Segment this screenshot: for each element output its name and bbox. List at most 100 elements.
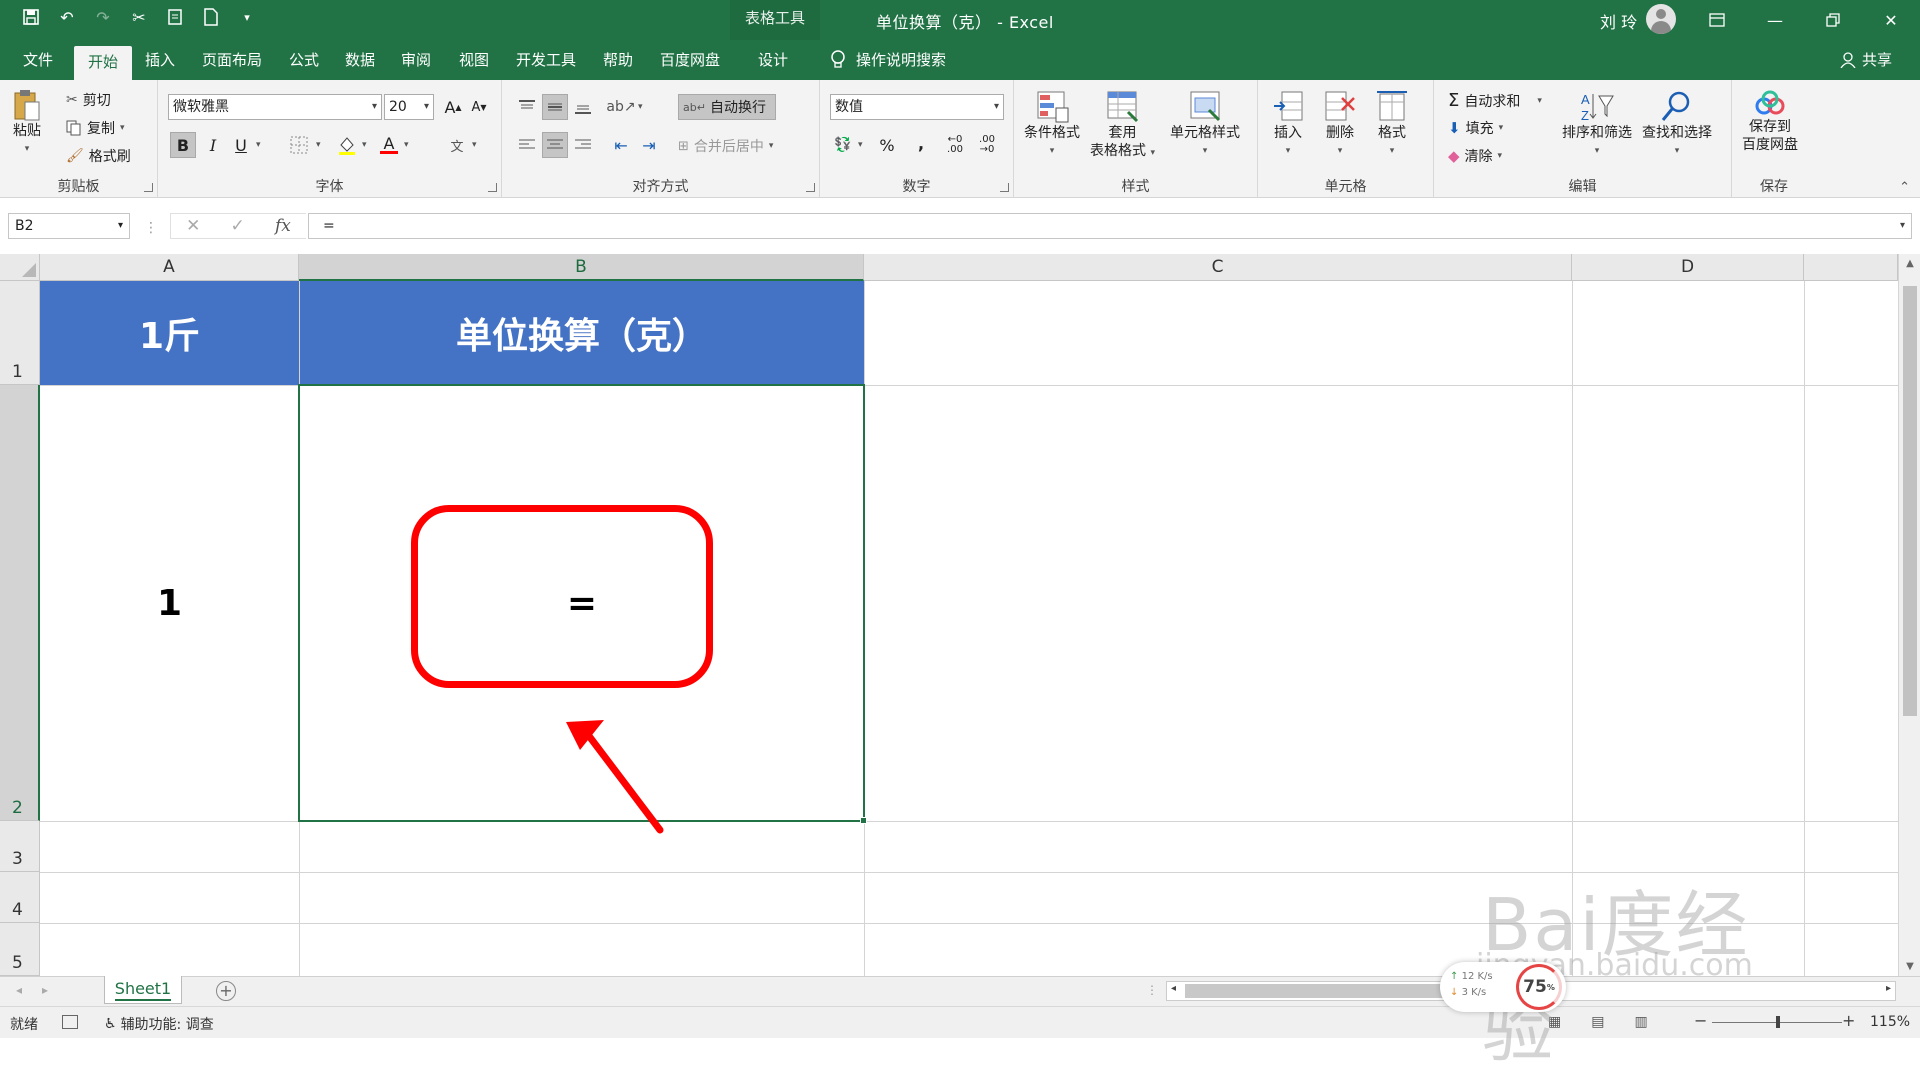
new-document-icon[interactable] xyxy=(200,6,222,28)
font-color-icon[interactable]: A xyxy=(376,132,402,158)
column-header-a[interactable]: A xyxy=(40,254,299,281)
select-all-button[interactable] xyxy=(0,254,40,281)
clear-button[interactable]: ◆ 清除 ▾ xyxy=(1448,146,1502,166)
row-header-3[interactable]: 3 xyxy=(0,821,40,872)
tab-view[interactable]: 视图 xyxy=(452,40,496,80)
column-header-c[interactable]: C xyxy=(864,254,1572,281)
customize-qat-icon[interactable]: ▾ xyxy=(236,6,258,28)
sheet-tab-sheet1[interactable]: Sheet1 xyxy=(104,976,182,1004)
column-header-e[interactable] xyxy=(1804,254,1898,281)
add-sheet-button[interactable]: + xyxy=(216,981,236,1001)
format-painter-button[interactable]: 🖌 格式刷 xyxy=(66,146,131,166)
clipboard-launcher-icon[interactable] xyxy=(144,183,153,192)
ribbon-display-options-icon[interactable] xyxy=(1688,0,1746,40)
confirm-entry-icon[interactable]: ✓ xyxy=(231,216,245,236)
underline-dropdown-icon[interactable]: ▾ xyxy=(256,140,261,150)
tab-file[interactable]: 文件 xyxy=(12,40,64,80)
tab-page-layout[interactable]: 页面布局 xyxy=(194,40,270,80)
insert-cells-button[interactable]: 插入 ▾ xyxy=(1272,90,1304,160)
insert-function-icon[interactable]: fx xyxy=(275,216,291,236)
vertical-scroll-thumb[interactable] xyxy=(1903,286,1917,716)
tab-developer[interactable]: 开发工具 xyxy=(508,40,584,80)
percent-style-button[interactable]: % xyxy=(874,132,900,158)
format-as-table-button[interactable]: 套用 表格格式 ▾ xyxy=(1090,90,1155,162)
cell-a2[interactable]: 1 xyxy=(40,386,299,821)
page-break-view-icon[interactable]: ▥ xyxy=(1634,1014,1647,1030)
conditional-formatting-button[interactable]: 条件格式 ▾ xyxy=(1024,90,1080,160)
save-to-baidu-button[interactable]: 保存到 百度网盘 xyxy=(1742,90,1798,154)
phonetic-dropdown-icon[interactable]: ▾ xyxy=(472,140,477,150)
font-color-dropdown-icon[interactable]: ▾ xyxy=(404,140,409,150)
formula-input[interactable]: = ▾ xyxy=(308,213,1912,239)
row-header-4[interactable]: 4 xyxy=(0,872,40,923)
align-center-icon[interactable] xyxy=(542,132,568,158)
align-top-icon[interactable] xyxy=(514,94,540,120)
user-name[interactable]: 刘 玲 xyxy=(1600,9,1637,33)
cell-b1[interactable]: 单位换算（克） xyxy=(300,281,864,385)
align-left-icon[interactable] xyxy=(514,132,540,158)
decrease-indent-icon[interactable]: ⇤ xyxy=(608,132,634,158)
minimize-icon[interactable]: — xyxy=(1746,0,1804,40)
italic-button[interactable]: I xyxy=(200,132,226,158)
underline-button[interactable]: U xyxy=(228,132,254,158)
network-speed-widget[interactable]: ↑ 12 K/s ↓ 3 K/s 75% xyxy=(1440,962,1566,1012)
fill-handle[interactable] xyxy=(860,817,867,824)
zoom-slider-knob[interactable] xyxy=(1776,1016,1780,1028)
tell-me-search[interactable]: 操作说明搜索 xyxy=(830,40,946,80)
tab-formulas[interactable]: 公式 xyxy=(282,40,326,80)
borders-icon[interactable] xyxy=(286,132,312,158)
sort-filter-button[interactable]: AZ 排序和筛选 ▾ xyxy=(1562,90,1632,160)
number-launcher-icon[interactable] xyxy=(1000,183,1009,192)
column-header-d[interactable]: D xyxy=(1572,254,1804,281)
zoom-out-icon[interactable]: − xyxy=(1694,1011,1707,1030)
scroll-left-icon[interactable]: ◂ xyxy=(1171,983,1176,994)
fill-color-dropdown-icon[interactable]: ▾ xyxy=(362,140,367,150)
redo-icon[interactable]: ↷ xyxy=(92,6,114,28)
print-preview-icon[interactable] xyxy=(164,6,186,28)
delete-cells-button[interactable]: 删除 ▾ xyxy=(1324,90,1356,160)
macro-record-icon[interactable] xyxy=(62,1015,78,1029)
normal-view-icon[interactable]: ▦ xyxy=(1548,1014,1561,1030)
font-name-select[interactable]: 微软雅黑 ▾ xyxy=(168,94,382,120)
autosum-button[interactable]: Σ 自动求和 ▾ xyxy=(1448,90,1542,111)
comma-style-button[interactable]: , xyxy=(908,130,934,156)
cell-a1[interactable]: 1斤 xyxy=(40,281,299,385)
bold-button[interactable]: B xyxy=(170,132,196,158)
zoom-level[interactable]: 115% xyxy=(1870,1014,1910,1030)
cut-button[interactable]: ✂ 剪切 xyxy=(66,90,111,110)
tab-baidu-netdisk[interactable]: 百度网盘 xyxy=(652,40,728,80)
scroll-right-icon[interactable]: ▸ xyxy=(1886,983,1891,994)
accounting-format-icon[interactable]: 💱 xyxy=(830,132,856,158)
accounting-dropdown-icon[interactable]: ▾ xyxy=(858,140,863,150)
worksheet-grid[interactable]: A B C D 1 2 3 4 5 1斤 单位换算（克） 1 = ▲ ▼ xyxy=(0,254,1920,976)
decrease-font-size-icon[interactable]: A ▼ xyxy=(466,94,492,120)
accessibility-status[interactable]: ♿ 辅助功能: 调查 xyxy=(104,1014,214,1034)
cell-styles-button[interactable]: 单元格样式 ▾ xyxy=(1170,90,1240,160)
zoom-in-icon[interactable]: + xyxy=(1842,1011,1855,1030)
tab-help[interactable]: 帮助 xyxy=(596,40,640,80)
restore-icon[interactable] xyxy=(1804,0,1862,40)
name-box[interactable]: B2 ▾ xyxy=(8,213,130,239)
column-header-b[interactable]: B xyxy=(299,254,864,281)
font-size-select[interactable]: 20 ▾ xyxy=(384,94,434,120)
increase-indent-icon[interactable]: ⇥ xyxy=(636,132,662,158)
tab-design[interactable]: 设计 xyxy=(748,40,798,80)
share-button[interactable]: 共享 xyxy=(1840,40,1892,80)
decrease-decimal-icon[interactable]: .00 →0 xyxy=(974,132,1000,158)
collapse-ribbon-icon[interactable]: ⌃ xyxy=(1899,180,1910,195)
font-launcher-icon[interactable] xyxy=(488,183,497,192)
align-right-icon[interactable] xyxy=(570,132,596,158)
split-grip-icon[interactable]: ⋮ xyxy=(1146,983,1158,997)
undo-icon[interactable]: ↶ xyxy=(56,6,78,28)
scroll-down-icon[interactable]: ▼ xyxy=(1899,961,1920,972)
paste-button[interactable]: 粘贴 ▾ xyxy=(12,88,42,158)
number-format-select[interactable]: 数值 ▾ xyxy=(830,94,1004,120)
format-cells-button[interactable]: 格式 ▾ xyxy=(1376,90,1408,160)
avatar[interactable] xyxy=(1646,4,1676,34)
formula-bar-grip-icon[interactable]: ⋮ xyxy=(144,220,158,236)
save-icon[interactable] xyxy=(20,6,42,28)
cut-icon[interactable]: ✂ xyxy=(128,6,150,28)
cancel-entry-icon[interactable]: ✕ xyxy=(186,216,200,236)
align-bottom-icon[interactable] xyxy=(570,94,596,120)
increase-decimal-icon[interactable]: ←0.00 xyxy=(942,132,968,158)
